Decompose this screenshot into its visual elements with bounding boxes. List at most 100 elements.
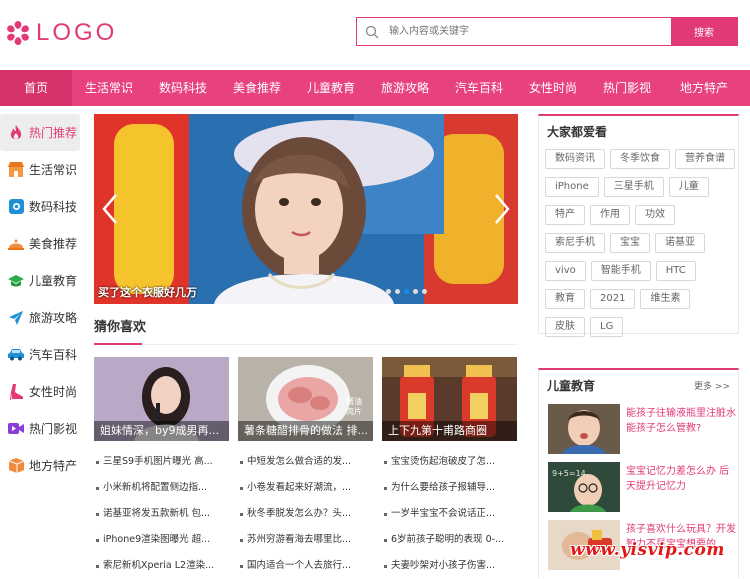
sidebar-item-specialty[interactable]: 地方特产: [0, 447, 80, 484]
article-list: 三星S9手机图片曝光 高... 小米新机将配置侧边指... 诺基亚将发五款新机 …: [94, 449, 229, 579]
banner-dot[interactable]: [413, 289, 418, 294]
search-icon: [357, 18, 387, 45]
banner-dot[interactable]: [395, 289, 400, 294]
tag[interactable]: iPhone: [545, 177, 599, 197]
sidebar-item-life[interactable]: 生活常识: [0, 151, 80, 188]
nav-item-specialty[interactable]: 地方特产: [664, 70, 744, 106]
sidebar-item-education[interactable]: 儿童教育: [0, 262, 80, 299]
tag[interactable]: 功效: [635, 205, 675, 225]
list-item[interactable]: 小卷发看起来好潮流，...: [238, 475, 373, 501]
nav-item-travel[interactable]: 旅游攻略: [368, 70, 442, 106]
tag[interactable]: 作用: [590, 205, 630, 225]
nav-item-home[interactable]: 首页: [0, 70, 72, 106]
tag[interactable]: 诺基亚: [655, 233, 705, 253]
more-link[interactable]: 更多 >>: [694, 379, 730, 392]
education-item-title: 能孩子往输液瓶里注脏水能孩子怎么管教?: [626, 408, 736, 434]
flame-icon: [8, 124, 24, 141]
popular-panel: 大家都爱看 数码资讯 冬季饮食 营养食谱 iPhone 三星手机 儿童 特产 作…: [538, 114, 739, 337]
banner-slider[interactable]: 买了这个衣服好几万: [94, 114, 518, 304]
tag[interactable]: 宝宝: [610, 233, 650, 253]
sidebar-item-car[interactable]: 汽车百科: [0, 336, 80, 373]
list-item[interactable]: 小米新机将配置侧边指...: [94, 475, 229, 501]
tag[interactable]: 索尼手机: [545, 233, 605, 253]
nav-item-car[interactable]: 汽车百科: [442, 70, 516, 106]
list-item[interactable]: 为什么要给孩子报辅导...: [382, 475, 517, 501]
sidebar-item-movies[interactable]: 热门影视: [0, 410, 80, 447]
cloche-icon: [8, 236, 24, 252]
tag[interactable]: 三星手机: [603, 177, 664, 197]
list-item[interactable]: 秋冬季脱发怎么办？头...: [238, 501, 373, 527]
tag[interactable]: 儿童: [668, 177, 709, 197]
shop-icon: [8, 162, 24, 178]
sidebar-item-fashion[interactable]: 女性时尚: [0, 373, 80, 410]
list-item[interactable]: 苏州穷游看海去哪里比...: [238, 527, 373, 553]
banner-dot[interactable]: [422, 289, 427, 294]
thumb-card[interactable]: 酱油 肉片 薯条糖醋排骨的做法 排...: [238, 357, 373, 441]
nav-item-movies[interactable]: 热门影视: [590, 70, 664, 106]
logo[interactable]: LOGO: [4, 17, 117, 49]
tag[interactable]: 2021: [590, 289, 636, 309]
banner-dot[interactable]: [386, 289, 391, 294]
banner-caption: 买了这个衣服好几万: [98, 286, 197, 299]
sidebar-item-label: 地方特产: [29, 459, 78, 473]
tag[interactable]: 数码资讯: [545, 149, 605, 169]
sidebar-item-label: 美食推荐: [29, 237, 78, 251]
banner-next-arrow-icon[interactable]: [492, 192, 512, 226]
sidebar-item-food[interactable]: 美食推荐: [0, 225, 80, 262]
list-item[interactable]: 中短发怎么做合适的发...: [238, 449, 373, 475]
article-list: 宝宝烫伤起泡破皮了怎... 为什么要给孩子报辅导... 一岁半宝宝不会说话正..…: [382, 449, 517, 579]
list-item[interactable]: 国内适合一个人去旅行...: [238, 553, 373, 579]
sidebar-item-digital[interactable]: 数码科技: [0, 188, 80, 225]
education-thumb: 9+5=14: [548, 462, 620, 512]
tag[interactable]: LG: [590, 317, 624, 337]
list-item[interactable]: 夫妻吵架对小孩子伤害...: [382, 553, 517, 579]
sidebar-item-label: 汽车百科: [29, 348, 78, 362]
list-item[interactable]: iPhone9渲染图曝光 超...: [94, 527, 229, 553]
sidebar: 热门推荐 生活常识 数码科技 美食推荐 儿童教育 旅游攻略 汽车百科 女性时尚 …: [0, 114, 80, 484]
sidebar-item-travel[interactable]: 旅游攻略: [0, 299, 80, 336]
tag[interactable]: 冬季饮食: [610, 149, 670, 169]
nav-item-fashion[interactable]: 女性时尚: [516, 70, 590, 106]
list-item[interactable]: 6岁前孩子聪明的表现 0-...: [382, 527, 517, 553]
list-item[interactable]: 三星S9手机图片曝光 高...: [94, 449, 229, 475]
tag[interactable]: 教育: [545, 289, 585, 309]
title-underline: [94, 343, 142, 345]
list-item[interactable]: 诺基亚将发五款新机 包...: [94, 501, 229, 527]
sidebar-item-hot[interactable]: 热门推荐: [0, 114, 80, 151]
sidebar-item-label: 热门推荐: [29, 126, 78, 140]
nav-item-digital[interactable]: 数码科技: [146, 70, 220, 106]
search-bar: 搜索: [356, 17, 738, 46]
thumb-caption: 姐妹情深，by9成男再...: [94, 421, 229, 441]
nav-item-food[interactable]: 美食推荐: [220, 70, 294, 106]
sidebar-item-label: 热门影视: [29, 422, 78, 436]
tag[interactable]: vivo: [545, 261, 586, 281]
tag[interactable]: HTC: [655, 261, 696, 281]
education-item[interactable]: 9+5=14 宝宝记忆力差怎么办 后天提升记忆力: [548, 462, 738, 512]
thumb-caption: 薯条糖醋排骨的做法 排...: [238, 421, 373, 441]
airplane-icon: [8, 310, 24, 326]
tag[interactable]: 特产: [545, 205, 585, 225]
banner-prev-arrow-icon[interactable]: [100, 192, 120, 226]
article-list: 中短发怎么做合适的发... 小卷发看起来好潮流，... 秋冬季脱发怎么办？头..…: [238, 449, 373, 579]
tag[interactable]: 皮肤: [545, 317, 585, 337]
tag[interactable]: 维生素: [640, 289, 691, 309]
search-input[interactable]: [387, 18, 671, 45]
list-item[interactable]: 索尼新机Xperia L2渲染...: [94, 553, 229, 579]
thumb-card[interactable]: 姐妹情深，by9成男再...: [94, 357, 229, 441]
video-icon: [8, 421, 24, 437]
thumb-card[interactable]: 上下九第十甫路商圈: [382, 357, 517, 441]
nav-item-education[interactable]: 儿童教育: [294, 70, 368, 106]
list-item[interactable]: 宝宝烫伤起泡破皮了怎...: [382, 449, 517, 475]
sidebar-item-label: 女性时尚: [29, 385, 78, 399]
list-item[interactable]: 一岁半宝宝不会说话正...: [382, 501, 517, 527]
sidebar-item-label: 旅游攻略: [29, 311, 78, 325]
tag[interactable]: 智能手机: [590, 261, 651, 281]
search-button[interactable]: 搜索: [671, 18, 737, 45]
logo-flower-icon: [7, 21, 29, 45]
sidebar-item-label: 数码科技: [29, 200, 78, 214]
education-item[interactable]: 能孩子往输液瓶里注脏水能孩子怎么管教?: [548, 404, 738, 454]
tag[interactable]: 营养食谱: [675, 149, 735, 169]
banner-dot-active[interactable]: [404, 289, 409, 294]
svg-text:肉片: 肉片: [346, 406, 362, 416]
nav-item-life[interactable]: 生活常识: [72, 70, 146, 106]
